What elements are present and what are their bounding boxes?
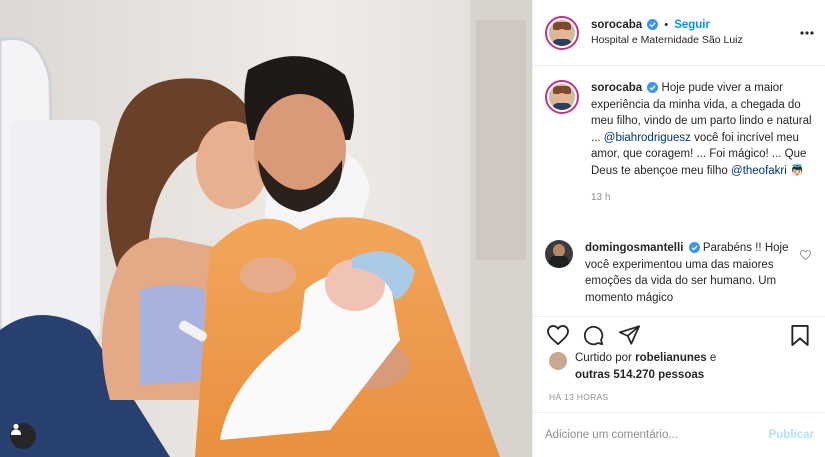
verified-badge-icon <box>647 18 659 30</box>
post-time-ago[interactable]: HÁ 13 HORAS <box>549 392 609 402</box>
more-options-button[interactable] <box>800 26 814 38</box>
commenter-avatar[interactable] <box>545 240 573 268</box>
instagram-post-viewer: sorocaba • Seguir Hospital e Maternidade… <box>0 0 825 457</box>
mention-link[interactable]: @biahrodriguesz <box>604 132 691 144</box>
publish-button[interactable]: Publicar <box>769 429 814 441</box>
post-location[interactable]: Hospital e Maternidade São Luiz <box>591 33 743 48</box>
user-tag-icon <box>11 423 21 435</box>
liker-avatar[interactable] <box>549 352 567 370</box>
bookmark-icon <box>791 325 809 346</box>
photo-illustration <box>0 0 532 457</box>
verified-badge-icon <box>647 82 659 93</box>
liker-username[interactable]: robelianunes <box>635 352 707 364</box>
comment-item: domingosmantelli Parabéns !! Hoje você e… <box>545 240 821 306</box>
save-button[interactable] <box>791 325 809 349</box>
share-icon <box>619 325 640 345</box>
comment-body: domingosmantelli Parabéns !! Hoje você e… <box>585 240 795 306</box>
comment-icon <box>583 325 604 346</box>
like-button[interactable] <box>547 324 569 348</box>
comment-button[interactable] <box>583 325 604 349</box>
post-header: sorocaba • Seguir Hospital e Maternidade… <box>533 0 825 66</box>
post-caption: sorocaba Hoje pude viver a maior experiê… <box>545 80 817 206</box>
post-actions-bar <box>533 316 825 352</box>
likes-summary: Curtido por robelianunes e outras 514.27… <box>549 350 716 383</box>
author-avatar[interactable] <box>545 15 579 50</box>
mention-link[interactable]: @theofakri <box>731 165 787 177</box>
follow-button[interactable]: Seguir <box>674 19 710 31</box>
likes-count-link[interactable]: outras 514.270 pessoas <box>575 369 704 381</box>
more-options-icon <box>800 31 814 35</box>
author-username[interactable]: sorocaba <box>591 19 642 31</box>
verified-badge-icon <box>688 242 700 253</box>
tagged-users-button[interactable] <box>10 423 36 449</box>
likes-prefix: Curtido por <box>575 352 632 364</box>
caption-author-avatar[interactable] <box>545 80 579 114</box>
comment-like-button[interactable] <box>800 249 811 263</box>
caption-username[interactable]: sorocaba <box>591 82 642 94</box>
likes-connector: e <box>709 352 717 364</box>
heart-icon <box>547 324 569 346</box>
comment-input[interactable] <box>545 429 769 441</box>
heart-icon <box>800 249 811 261</box>
caption-timestamp[interactable]: 13 h <box>591 190 815 207</box>
post-side-panel: sorocaba • Seguir Hospital e Maternidade… <box>532 0 825 457</box>
commenter-username[interactable]: domingosmantelli <box>585 242 683 254</box>
post-photo[interactable] <box>0 0 532 457</box>
share-button[interactable] <box>619 325 640 348</box>
caption-body: sorocaba Hoje pude viver a maior experiê… <box>591 80 815 206</box>
add-comment-bar: Publicar <box>533 412 825 457</box>
caption-emoji: 👼🏻 <box>790 164 805 177</box>
separator-dot: • <box>664 18 669 31</box>
